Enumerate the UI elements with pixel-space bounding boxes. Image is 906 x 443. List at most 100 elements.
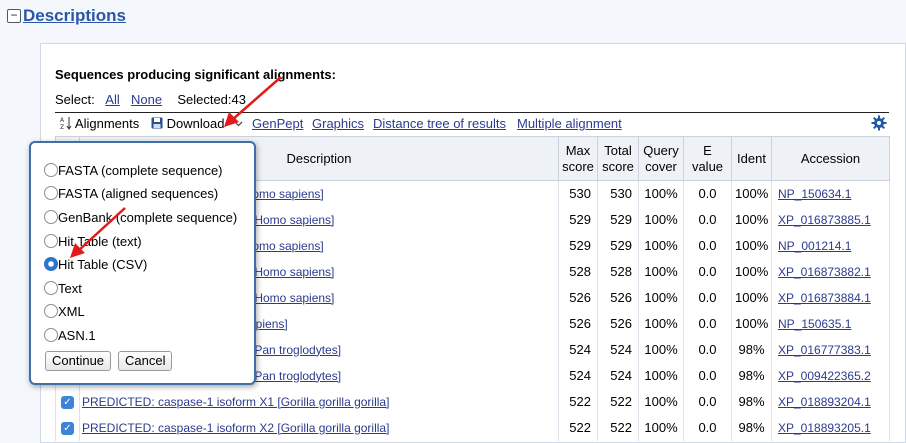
description-link[interactable]: PREDICTED: caspase-1 isoform X1 [Gorilla…	[82, 395, 389, 409]
total-score-cell: 522	[597, 388, 639, 415]
ident-cell: 98%	[731, 414, 772, 441]
multiple-alignment-link[interactable]: Multiple alignment	[517, 116, 622, 131]
total-score-cell: 528	[597, 258, 639, 285]
chevron-down-icon	[234, 121, 243, 127]
e-value-cell: 0.0	[683, 362, 732, 389]
accession-link[interactable]: XP_016873884.1	[778, 291, 871, 305]
header-ident[interactable]: Ident	[731, 136, 772, 181]
e-value-cell: 0.0	[683, 284, 732, 311]
svg-text:Z: Z	[60, 124, 64, 130]
save-disk-icon	[151, 117, 163, 129]
e-value-cell: 0.0	[683, 414, 732, 441]
header-max-score[interactable]: Max score	[558, 136, 598, 181]
descriptions-section-title[interactable]: Descriptions	[23, 6, 126, 26]
accession-link[interactable]: XP_016873882.1	[778, 265, 871, 279]
max-score-cell: 524	[558, 336, 598, 363]
radio-button[interactable]	[44, 210, 58, 224]
option-asn1[interactable]: ASN.1	[44, 328, 96, 348]
option-text[interactable]: Text	[44, 281, 82, 301]
max-score-cell: 526	[558, 284, 598, 311]
select-bar: Select: All None Selected:43	[55, 92, 246, 107]
query-cover-cell: 100%	[638, 414, 684, 441]
accession-link[interactable]: XP_018893205.1	[778, 421, 871, 435]
select-none-link[interactable]: None	[131, 92, 162, 107]
download-label: Download	[166, 116, 225, 131]
descriptions-section-header: − Descriptions	[0, 0, 906, 34]
radio-button[interactable]	[44, 281, 58, 295]
header-total-score[interactable]: Total score	[597, 136, 639, 181]
total-score-cell: 530	[597, 180, 639, 207]
row-checkbox[interactable]: ✓	[61, 396, 74, 410]
max-score-cell: 522	[558, 414, 598, 441]
radio-button[interactable]	[44, 328, 58, 342]
table-row: ✓ PREDICTED: caspase-1 isoform X1 [Goril…	[55, 388, 890, 415]
gear-icon[interactable]	[871, 115, 887, 131]
download-format-popup: FASTA (complete sequence) FASTA (aligned…	[29, 141, 256, 385]
results-heading: Sequences producing significant alignmen…	[55, 67, 336, 82]
download-button[interactable]: Download	[151, 116, 243, 131]
svg-text:A: A	[60, 117, 65, 124]
genpept-link[interactable]: GenPept	[252, 116, 303, 131]
query-cover-cell: 100%	[638, 310, 684, 337]
collapse-toggle-button[interactable]: −	[7, 9, 21, 23]
max-score-cell: 524	[558, 362, 598, 389]
radio-button[interactable]	[44, 234, 58, 248]
query-cover-cell: 100%	[638, 284, 684, 311]
graphics-link[interactable]: Graphics	[312, 116, 364, 131]
accession-link[interactable]: NP_150634.1	[778, 187, 851, 201]
ident-cell: 98%	[731, 336, 772, 363]
max-score-cell: 530	[558, 180, 598, 207]
accession-link[interactable]: XP_016873885.1	[778, 213, 871, 227]
option-xml[interactable]: XML	[44, 304, 85, 324]
accession-link[interactable]: XP_016777383.1	[778, 343, 871, 357]
ident-cell: 100%	[731, 232, 772, 259]
description-link[interactable]: PREDICTED: caspase-1 isoform X2 [Gorilla…	[82, 421, 389, 435]
query-cover-cell: 100%	[638, 336, 684, 363]
e-value-cell: 0.0	[683, 180, 732, 207]
option-hit-table-csv[interactable]: Hit Table (CSV)	[44, 257, 147, 277]
ident-cell: 100%	[731, 284, 772, 311]
radio-button[interactable]	[44, 163, 58, 177]
radio-button[interactable]	[44, 186, 58, 200]
total-score-cell: 529	[597, 232, 639, 259]
option-label: XML	[58, 304, 85, 319]
total-score-cell: 526	[597, 310, 639, 337]
option-genbank-complete[interactable]: GenBank (complete sequence)	[44, 210, 237, 230]
header-e-value[interactable]: Evalue	[683, 136, 732, 181]
table-row: ✓ PREDICTED: caspase-1 isoform X2 [Goril…	[55, 414, 890, 441]
option-fasta-aligned[interactable]: FASTA (aligned sequences)	[44, 186, 218, 206]
max-score-cell: 522	[558, 388, 598, 415]
accession-link[interactable]: NP_150635.1	[778, 317, 851, 331]
option-hit-table-text[interactable]: Hit Table (text)	[44, 234, 142, 254]
query-cover-cell: 100%	[638, 180, 684, 207]
option-fasta-complete[interactable]: FASTA (complete sequence)	[44, 163, 223, 183]
continue-button[interactable]: Continue	[45, 351, 112, 371]
max-score-cell: 529	[558, 206, 598, 233]
alignments-toggle[interactable]: A Z Alignments	[60, 116, 139, 131]
e-value-cell: 0.0	[683, 258, 732, 285]
header-accession[interactable]: Accession	[771, 136, 890, 181]
e-value-cell: 0.0	[683, 388, 732, 415]
accession-link[interactable]: XP_018893204.1	[778, 395, 871, 409]
option-label: FASTA (complete sequence)	[58, 163, 223, 178]
radio-button-selected[interactable]	[44, 257, 58, 271]
ident-cell: 100%	[731, 258, 772, 285]
ident-cell: 98%	[731, 362, 772, 389]
select-all-link[interactable]: All	[105, 92, 119, 107]
accession-link[interactable]: NP_001214.1	[778, 239, 851, 253]
ident-cell: 98%	[731, 388, 772, 415]
query-cover-cell: 100%	[638, 232, 684, 259]
accession-link[interactable]: XP_009422365.2	[778, 369, 871, 383]
row-checkbox[interactable]: ✓	[61, 422, 74, 436]
radio-button[interactable]	[44, 304, 58, 318]
header-query-cover[interactable]: Query cover	[638, 136, 684, 181]
ident-cell: 100%	[731, 180, 772, 207]
query-cover-cell: 100%	[638, 206, 684, 233]
option-label: GenBank (complete sequence)	[58, 210, 238, 225]
query-cover-cell: 100%	[638, 362, 684, 389]
cancel-button[interactable]: Cancel	[118, 351, 173, 371]
option-label: ASN.1	[58, 328, 96, 343]
distance-tree-link[interactable]: Distance tree of results	[373, 116, 506, 131]
max-score-cell: 526	[558, 310, 598, 337]
selected-count: Selected:43	[177, 92, 246, 107]
